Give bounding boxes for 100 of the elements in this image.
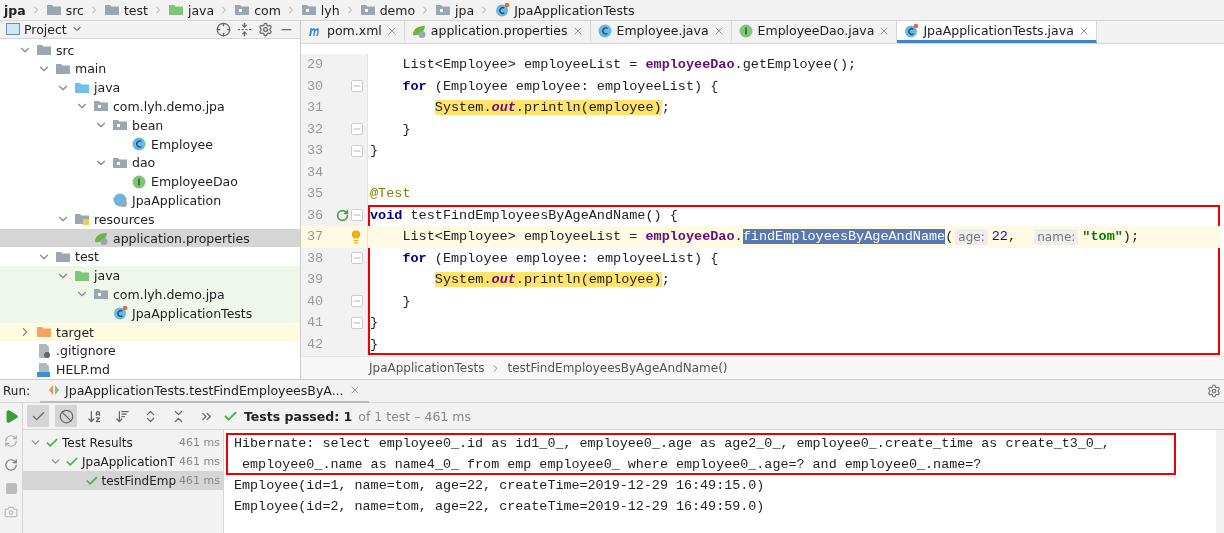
collapse-icon[interactable] xyxy=(237,21,252,37)
class-icon xyxy=(596,22,613,39)
code-line: } xyxy=(401,292,412,311)
file-icon xyxy=(36,342,52,359)
breadcrumb-item[interactable]: lyh xyxy=(300,2,340,18)
breadcrumb-item[interactable]: demo xyxy=(359,2,416,18)
code-line: } xyxy=(369,142,380,161)
package-icon xyxy=(300,2,317,18)
line-number: 39 xyxy=(306,272,325,288)
test-result-item[interactable]: JpaApplicationT 461 ms xyxy=(23,452,223,471)
test-result-item[interactable]: Test Results 461 ms xyxy=(23,433,223,452)
breadcrumb-item[interactable]: JpaApplicationTests xyxy=(369,361,485,375)
fold-icon[interactable] xyxy=(351,295,363,308)
interface-icon xyxy=(131,173,147,190)
tree-item[interactable]: Employee xyxy=(0,134,300,154)
fold-icon[interactable] xyxy=(351,123,363,136)
breadcrumb-item[interactable]: com xyxy=(234,2,281,18)
locate-icon[interactable] xyxy=(216,21,231,37)
tree-item[interactable]: java xyxy=(0,266,300,285)
test-class-icon xyxy=(494,2,511,18)
spring-class-icon xyxy=(112,192,128,209)
test-result-item[interactable]: testFindEmp 461 ms xyxy=(23,471,223,490)
package-icon xyxy=(435,2,452,18)
toggle-auto-test-icon[interactable] xyxy=(4,458,18,472)
tree-item[interactable]: dao xyxy=(0,153,300,173)
fold-icon[interactable] xyxy=(351,252,363,265)
line-number: 35 xyxy=(306,186,325,202)
tree-item[interactable]: JpaApplication xyxy=(0,191,300,210)
stop-icon[interactable] xyxy=(4,482,18,495)
line-number: 40 xyxy=(306,293,325,309)
console-line: Employee(id=1, name=tom, age=22, createTime=2019-12-29 16:49:15.0) xyxy=(233,477,766,495)
breadcrumb-item[interactable]: testFindEmployeesByAgeAndName() xyxy=(507,361,728,375)
camera-icon[interactable] xyxy=(4,505,18,519)
interface-icon xyxy=(737,22,754,39)
tree-item[interactable]: com.lyh.demo.jpa xyxy=(0,285,300,304)
tree-item[interactable]: src xyxy=(0,40,300,60)
settings-icon[interactable] xyxy=(1207,384,1221,398)
breadcrumb-item[interactable]: src xyxy=(45,2,84,18)
class-icon xyxy=(131,136,147,153)
console-line: employee0_.name as name4_0_ from emp employee0_ where employee0_.age=? and employee0_.name=? xyxy=(241,456,983,474)
breadcrumb-item[interactable]: JpaApplicationTests xyxy=(494,2,635,18)
settings-icon[interactable] xyxy=(258,21,273,37)
fold-icon[interactable] xyxy=(351,316,363,329)
show-ignored-icon xyxy=(58,408,74,424)
breadcrumb-item[interactable]: jpa xyxy=(435,2,475,18)
run-tab[interactable]: JpaApplicationTests.testFindEmployeesByA... xyxy=(40,379,369,403)
fold-icon[interactable] xyxy=(351,209,363,222)
code-line: } xyxy=(369,335,380,354)
line-number: 34 xyxy=(306,164,325,180)
code-line: @Test xyxy=(369,185,412,204)
properties-icon xyxy=(93,230,109,246)
console-line: Employee(id=2, name=tom, age=22, createTime=2019-12-29 16:49:59.0) xyxy=(233,498,766,516)
breadcrumb-item[interactable]: test xyxy=(103,2,148,18)
tree-item[interactable]: bean xyxy=(0,115,300,135)
line-number: 36 xyxy=(306,207,325,223)
line-number: 33 xyxy=(306,143,325,159)
lightbulb-icon[interactable] xyxy=(349,229,363,244)
tests-passed-status: Tests passed: 1 xyxy=(244,408,353,424)
line-number: 31 xyxy=(306,100,325,116)
tree-item[interactable]: EmployeeDao xyxy=(0,172,300,192)
code-line: void testFindEmployeesByAgeAndName() { xyxy=(369,206,679,225)
code-line: for (Employee employee: employeeList) { xyxy=(401,249,720,268)
package-icon xyxy=(359,2,376,18)
line-number: 37 xyxy=(306,229,325,245)
run-label: Run: xyxy=(3,384,31,398)
editor-tab[interactable]: JpaApplicationTests.java xyxy=(897,21,1097,43)
fold-icon[interactable] xyxy=(351,80,363,93)
code-line: } xyxy=(401,120,412,139)
line-number: 38 xyxy=(306,250,325,266)
code-line: for (Employee employee: employeeList) { xyxy=(401,77,720,96)
breadcrumb-item[interactable]: java xyxy=(167,2,215,18)
sort-duration-icon xyxy=(114,408,130,424)
breadcrumb-item[interactable]: jpa xyxy=(4,2,26,18)
tree-item[interactable]: .gitignore xyxy=(0,341,300,361)
line-number: 29 xyxy=(306,57,325,73)
run-icon[interactable] xyxy=(3,409,19,424)
test-summary: of 1 test – 461 ms xyxy=(358,408,471,424)
tree-item[interactable]: com.lyh.demo.jpa xyxy=(0,97,300,116)
fold-icon[interactable] xyxy=(351,144,363,157)
console-line: Hibernate: select employee0_.id as id1_0_, employee0_.age as age2_0_, employee0_.create_time as create_t3_0_, xyxy=(233,435,1111,453)
code-line: } xyxy=(369,314,380,333)
test-class-icon xyxy=(903,22,920,39)
tree-item[interactable]: application.properties xyxy=(0,228,300,248)
tree-item[interactable]: HELP.md xyxy=(0,360,300,379)
tree-item[interactable]: resources xyxy=(0,209,300,229)
panel-icon xyxy=(6,23,20,36)
tree-item[interactable]: java xyxy=(0,78,300,98)
markdown-icon xyxy=(36,361,52,378)
resources-icon xyxy=(74,211,90,228)
tree-item[interactable]: test xyxy=(0,247,300,267)
run-icon[interactable] xyxy=(336,208,349,222)
show-ignored-button[interactable] xyxy=(55,405,77,427)
folder-icon xyxy=(103,2,120,18)
line-number: 41 xyxy=(306,315,325,331)
test-source-icon xyxy=(167,2,184,18)
tree-item[interactable]: main xyxy=(0,59,300,79)
show-passed-button[interactable] xyxy=(27,405,49,427)
line-number: 42 xyxy=(306,336,325,352)
rerun-icon[interactable] xyxy=(4,434,18,448)
package-icon xyxy=(234,2,251,18)
